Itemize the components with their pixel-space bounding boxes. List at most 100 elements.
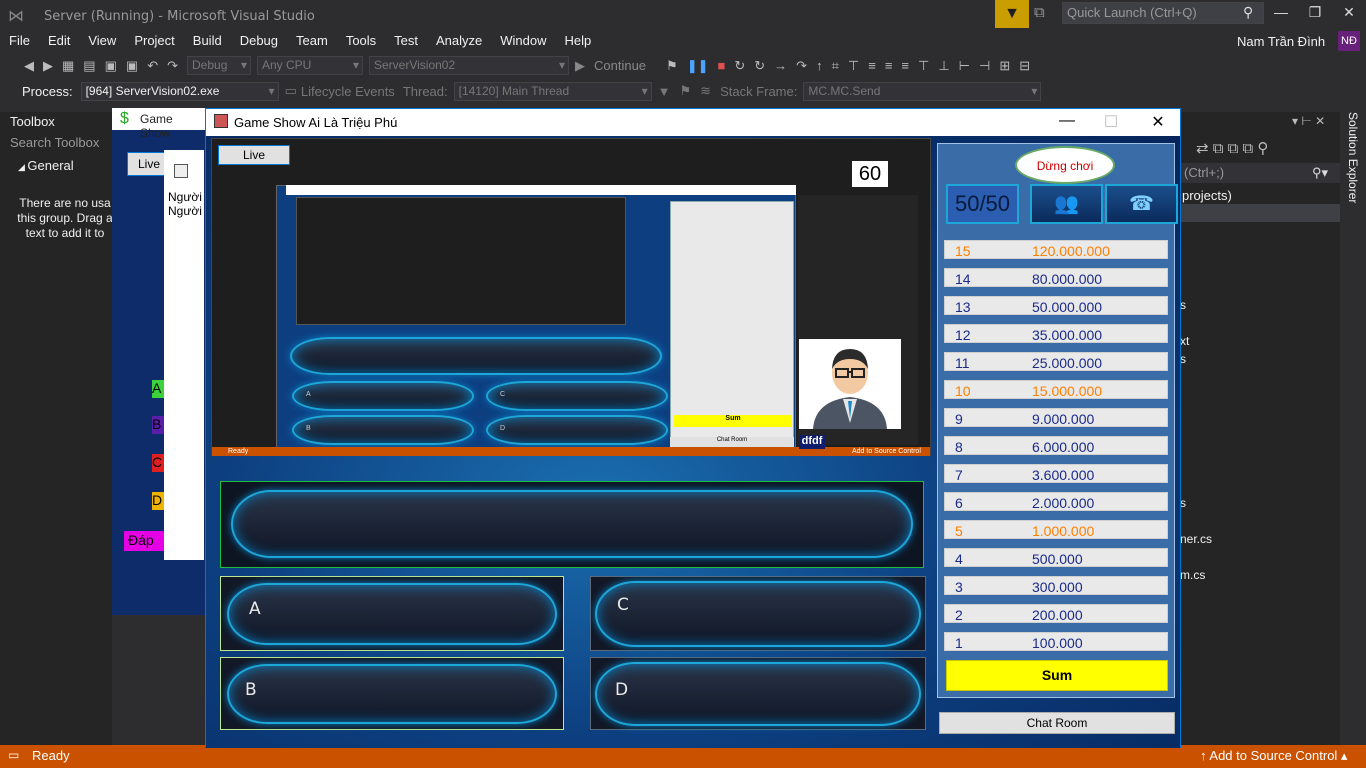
status-bar — [0, 745, 1366, 768]
filter-icon[interactable]: ▼ — [658, 84, 671, 99]
pin-icon[interactable]: ⊢ — [1301, 114, 1315, 128]
show-next-statement-icon[interactable]: ↻ — [754, 58, 765, 74]
prize-level: 7 — [955, 467, 963, 483]
solution-search-icon[interactable]: ⚲▾ — [1312, 165, 1328, 181]
menu-build[interactable]: Build — [184, 30, 231, 52]
answer-c-button[interactable]: C — [590, 576, 926, 651]
layout-icon[interactable]: ⊟ — [1019, 58, 1030, 74]
restart-icon[interactable]: ↻ — [734, 58, 745, 74]
startup-project-select[interactable]: ServerVision02 — [369, 56, 569, 75]
stack-icon[interactable]: ≋ — [700, 83, 711, 99]
lifecycle-icon[interactable]: ▭ — [285, 83, 297, 99]
notification-filter-icon[interactable]: ▼ — [995, 0, 1029, 28]
game-maximize-button[interactable]: ☐ — [1099, 112, 1123, 132]
add-to-source-control[interactable]: ↑ Add to Source Control ▴ — [1200, 748, 1347, 764]
tree-item-fragment[interactable]: m.cs — [1180, 568, 1205, 582]
tree-item-fragment[interactable]: ner.cs — [1180, 532, 1212, 546]
tree-item-fragment[interactable]: xt — [1180, 334, 1189, 348]
layout-icon[interactable]: ⊞ — [999, 58, 1010, 74]
save-icon[interactable]: ▣ — [105, 58, 117, 74]
solution-node[interactable]: projects) — [1182, 188, 1232, 203]
process-select[interactable]: [964] ServerVision02.exe — [80, 81, 279, 101]
properties-icon[interactable]: ⚲ — [1257, 140, 1268, 157]
menu-team[interactable]: Team — [287, 30, 337, 52]
layout-icon[interactable]: ≡ — [901, 58, 909, 73]
lifeline-50-50-button[interactable]: 50/50 — [946, 184, 1019, 224]
close-icon[interactable]: ✕ — [1315, 114, 1325, 128]
menu-project[interactable]: Project — [125, 30, 183, 52]
continue-label[interactable]: Continue — [594, 58, 646, 73]
selected-row[interactable] — [1180, 204, 1340, 222]
lifeline-audience-button[interactable]: 👥 — [1030, 184, 1103, 224]
menu-file[interactable]: File — [0, 30, 39, 52]
show-all-icon[interactable]: ⧉ — [1228, 140, 1243, 157]
close-button[interactable]: ✕ — [1334, 4, 1364, 24]
stop-icon[interactable]: ■ — [718, 58, 726, 73]
menu-analyze[interactable]: Analyze — [427, 30, 491, 52]
menu-debug[interactable]: Debug — [231, 30, 287, 52]
sync-icon[interactable]: ⇄ — [1196, 140, 1213, 157]
answer-a-button[interactable]: A — [220, 576, 564, 651]
lifeline-phone-button[interactable]: ☎ — [1105, 184, 1178, 224]
new-project-icon[interactable]: ▦ — [62, 58, 74, 74]
platform-select[interactable]: Any CPU — [257, 56, 363, 75]
continue-icon[interactable]: ▶ — [575, 58, 585, 74]
layout-icon[interactable]: ≡ — [868, 58, 876, 73]
answer-b-button[interactable]: B — [220, 657, 564, 730]
toolbox-group-general[interactable]: ◢ General — [18, 158, 74, 173]
menu-help[interactable]: Help — [556, 30, 601, 52]
quick-launch-input[interactable]: Quick Launch (Ctrl+Q) — [1062, 2, 1264, 24]
lifecycle-events[interactable]: Lifecycle Events — [301, 84, 395, 99]
collapse-all-icon[interactable]: ⧉ — [1213, 140, 1228, 157]
stop-game-button[interactable]: Dừng chơi — [1015, 146, 1115, 184]
layout-icon[interactable]: ≡ — [885, 58, 893, 73]
layout-icon[interactable]: ⊥ — [938, 58, 949, 74]
save-all-icon[interactable]: ▣ — [126, 58, 138, 74]
menu-tools[interactable]: Tools — [337, 30, 385, 52]
step-over-icon[interactable]: ↷ — [796, 58, 807, 74]
redo-icon[interactable]: ↷ — [167, 58, 178, 74]
answer-d-button[interactable]: D — [590, 657, 926, 730]
forward-icon[interactable]: ▶ — [43, 58, 53, 74]
menu-test[interactable]: Test — [385, 30, 427, 52]
step-out-icon[interactable]: ↑ — [816, 58, 823, 73]
process-label: Process: — [22, 83, 73, 99]
flag-icon[interactable]: ⚑ — [680, 83, 692, 99]
hex-display-icon[interactable]: ⌗ — [832, 58, 839, 74]
solution-explorer-tab-label[interactable]: Solution Explorer — [1346, 112, 1360, 203]
sum-button[interactable]: Sum — [946, 660, 1168, 691]
user-name[interactable]: Nam Trần Đình — [1237, 34, 1325, 49]
undo-icon[interactable]: ↶ — [147, 58, 158, 74]
copy-icon[interactable]: ⧉ — [1243, 140, 1258, 157]
stack-frame-select[interactable]: MC.MC.Send — [803, 81, 1042, 101]
minimize-button[interactable]: — — [1266, 4, 1296, 24]
prize-level: 8 — [955, 439, 963, 455]
game-minimize-button[interactable]: — — [1055, 112, 1079, 132]
menu-view[interactable]: View — [79, 30, 125, 52]
prize-level: 3 — [955, 579, 963, 595]
align-icon[interactable]: ⊤ — [848, 58, 859, 74]
thread-select[interactable]: [14120] Main Thread — [453, 81, 652, 101]
open-folder-icon[interactable]: ▤ — [83, 58, 95, 74]
panel-pin-controls[interactable]: ▾ ⊢ ✕ — [1180, 114, 1340, 136]
process-icon[interactable]: ⚑ — [666, 58, 678, 74]
search-icon[interactable]: ⚲ — [1243, 4, 1253, 21]
menu-edit[interactable]: Edit — [39, 30, 79, 52]
layout-icon[interactable]: ⊤ — [918, 58, 929, 74]
layout-icon[interactable]: ⊣ — [979, 58, 990, 74]
dropdown-icon[interactable]: ▾ — [1292, 114, 1301, 128]
layout-icon[interactable]: ⊢ — [959, 58, 970, 74]
prize-level: 4 — [955, 551, 963, 567]
user-avatar[interactable]: NĐ — [1338, 31, 1360, 51]
chat-room-button[interactable]: Chat Room — [939, 712, 1175, 734]
prize-row: 12 35.000.000 — [944, 324, 1168, 343]
restore-button[interactable]: ❐ — [1300, 4, 1330, 24]
toolbox-search-input[interactable]: Search Toolbox — [10, 135, 110, 153]
configuration-select[interactable]: Debug — [187, 56, 251, 75]
game-close-button[interactable]: ✕ — [1146, 112, 1170, 132]
back-icon[interactable]: ◀ — [24, 58, 34, 74]
pause-icon[interactable]: ❚❚ — [687, 58, 709, 74]
feedback-icon[interactable]: ⧉ — [1034, 4, 1045, 21]
step-into-icon[interactable]: → — [774, 58, 787, 73]
menu-window[interactable]: Window — [491, 30, 555, 52]
